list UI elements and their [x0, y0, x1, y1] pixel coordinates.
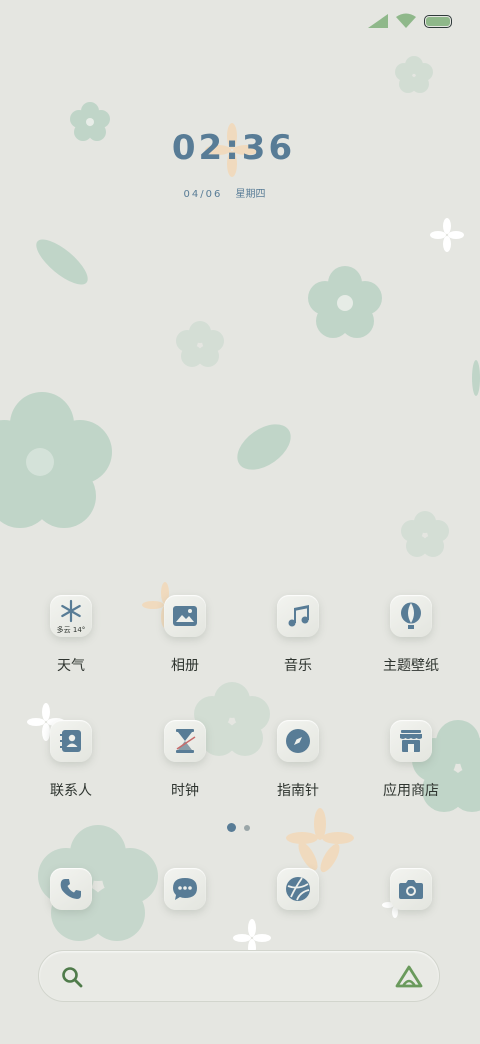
dock-browser-tile[interactable] — [277, 868, 319, 910]
battery-icon — [424, 14, 452, 28]
page-dot-active[interactable] — [227, 823, 236, 832]
search-input[interactable] — [103, 965, 377, 991]
hourglass-icon — [176, 729, 196, 753]
app-compass[interactable]: 指南针 — [243, 720, 353, 800]
clock-date: 04/06 — [183, 189, 223, 200]
app-clock-icon-tile[interactable] — [164, 720, 206, 762]
clock-time[interactable]: 02:36 — [0, 128, 467, 168]
app-store[interactable]: 应用商店 — [356, 720, 466, 800]
dock-messages[interactable] — [130, 868, 240, 910]
app-music[interactable]: 音乐 — [243, 595, 353, 675]
assistant-logo-icon[interactable] — [395, 964, 423, 990]
search-icon[interactable] — [61, 966, 83, 988]
message-icon — [173, 878, 197, 900]
app-label: 联系人 — [50, 783, 92, 799]
app-gallery[interactable]: 相册 — [130, 595, 240, 675]
app-label: 时钟 — [171, 783, 199, 799]
browser-globe-icon — [286, 877, 310, 901]
music-note-icon — [288, 605, 309, 627]
clock-date-row: 04/06 星期四 — [0, 185, 449, 200]
dock-camera-tile[interactable] — [390, 868, 432, 910]
app-store-icon-tile[interactable] — [390, 720, 432, 762]
gallery-icon — [173, 606, 197, 626]
app-contacts-icon-tile[interactable] — [50, 720, 92, 762]
dock-phone-tile[interactable] — [50, 868, 92, 910]
app-label: 应用商店 — [383, 783, 439, 799]
clock-weekday: 星期四 — [235, 189, 266, 200]
dock-browser[interactable] — [243, 868, 353, 910]
app-music-icon-tile[interactable] — [277, 595, 319, 637]
compass-icon — [286, 729, 310, 753]
app-clock[interactable]: 时钟 — [130, 720, 240, 800]
dock-phone[interactable] — [16, 868, 126, 910]
contacts-icon — [60, 730, 81, 752]
camera-icon — [399, 880, 423, 899]
dock-messages-tile[interactable] — [164, 868, 206, 910]
page-dot[interactable] — [244, 824, 250, 831]
app-contacts[interactable]: 联系人 — [16, 720, 126, 800]
app-label: 相册 — [171, 658, 199, 674]
app-compass-icon-tile[interactable] — [277, 720, 319, 762]
app-label: 指南针 — [277, 783, 319, 799]
app-gallery-icon-tile[interactable] — [164, 595, 206, 637]
app-themes[interactable]: 主题壁纸 — [356, 595, 466, 675]
snowflake-icon — [61, 599, 81, 623]
wifi-icon — [396, 13, 416, 28]
app-weather-icon-tile[interactable]: 多云 14° — [50, 595, 92, 637]
signal-icon — [368, 14, 388, 28]
store-icon — [400, 730, 422, 752]
page-indicator[interactable] — [227, 823, 250, 832]
phone-icon — [60, 879, 81, 899]
hot-air-balloon-icon — [401, 602, 421, 629]
weather-widget-text: 多云 14° — [56, 626, 86, 634]
app-label: 天气 — [57, 658, 85, 674]
app-label: 音乐 — [284, 658, 312, 674]
app-label: 主题壁纸 — [383, 658, 439, 674]
battery-level — [426, 16, 450, 26]
app-weather[interactable]: 多云 14° 天气 — [16, 595, 126, 675]
app-themes-icon-tile[interactable] — [390, 595, 432, 637]
status-bar — [368, 10, 452, 32]
dock-camera[interactable] — [356, 868, 466, 910]
search-bar[interactable] — [38, 950, 440, 1002]
